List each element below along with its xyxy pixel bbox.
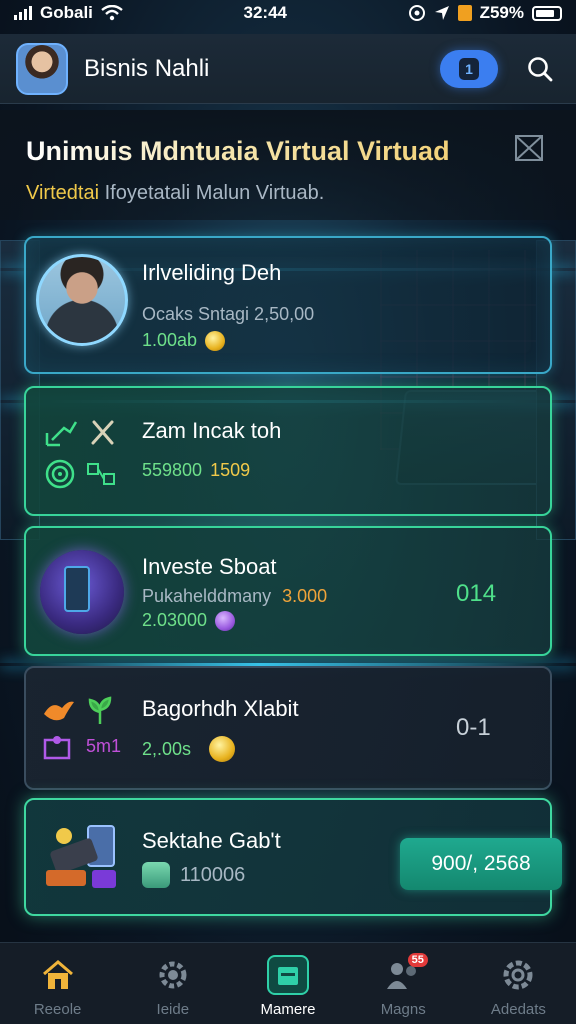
smiley-coin-icon: [209, 736, 236, 762]
card-value-b: 1509: [210, 460, 251, 480]
card-value: 1.00ab: [142, 330, 226, 351]
network-icon: [87, 463, 115, 485]
wifi-icon: [101, 5, 123, 21]
card-subtitle: Pukahelddmany 3.000: [142, 586, 327, 607]
card-code: 5m1: [86, 736, 122, 756]
card-values: 559800 1509: [142, 460, 250, 481]
subtitle-accent: Virtedtai: [26, 182, 100, 204]
nav-label: Mamere: [260, 1001, 316, 1018]
clock: 32:44: [243, 3, 287, 22]
card-title: Sektahe Gab't: [142, 828, 281, 853]
number-badge-icon: 1: [459, 57, 479, 80]
calendar-icon: [267, 955, 309, 995]
nav-item-community[interactable]: 55 Magns: [346, 943, 461, 1024]
nav-label: Ieide: [156, 1001, 190, 1018]
card-action-button[interactable]: 900/, 2568: [400, 838, 562, 890]
notification-badge: 55: [407, 953, 428, 967]
card-value: 110006: [142, 862, 245, 888]
navigation-arrow-icon: [434, 6, 449, 20]
settings-cog-icon: [498, 955, 538, 995]
card-right-value: 0-1: [456, 714, 491, 741]
status-bar: Gobali 32:44 Z59%: [0, 0, 576, 26]
card-investe-sboat[interactable]: Investe Sboat Pukahelddmany 3.000 2.0300…: [24, 526, 552, 656]
nav-label: Adedats: [490, 1001, 546, 1018]
battery-icon: [532, 5, 562, 21]
battery-percent: Z59%: [479, 3, 524, 22]
nav-item-gear[interactable]: Ieide: [115, 943, 230, 1024]
location-icon: [408, 5, 425, 21]
puzzle-icon: [43, 736, 71, 760]
carrier-name: Gobali: [40, 3, 93, 22]
tools-icon: [91, 420, 114, 445]
card-value-text: 2,.00s: [142, 738, 192, 759]
hero-section: Unimuis Mdntuaia Virtual Virtuad Virtedt…: [0, 110, 576, 220]
nav-item-home[interactable]: Reeole: [0, 943, 115, 1024]
page-title: Unimuis Mdntuaia Virtual Virtuad: [26, 136, 450, 166]
close-icon[interactable]: [514, 134, 544, 162]
card-title: Bagorhdh Xlabit: [142, 696, 299, 721]
search-button[interactable]: [520, 49, 560, 89]
profile-name: Bisnis Nahli: [84, 54, 210, 82]
card-zam-incak[interactable]: Zam Incak toh 559800 1509: [24, 386, 552, 516]
growth-chart-icon: [45, 421, 78, 447]
card-value-a: 559800: [142, 460, 203, 480]
card-irlveliding[interactable]: Irlveliding Deh Ocaks Sntagi 2,50,00 1.0…: [24, 236, 552, 374]
number-badge-button[interactable]: 1: [440, 49, 498, 88]
target-icon: [45, 459, 75, 489]
card-bagorhdh[interactable]: 5m1 Bagorhdh Xlabit 2,.00s 0-1: [24, 666, 552, 790]
card-sektahe[interactable]: Sektahe Gab't 110006 900/, 2568: [24, 798, 562, 916]
card-right-value: 014: [456, 580, 497, 607]
card-value-text: 2.03000: [142, 610, 208, 630]
gear-icon: [153, 955, 193, 995]
phone-investor-icon: [40, 550, 124, 634]
card-value-text: 110006: [180, 863, 246, 886]
nav-item-settings[interactable]: Adedats: [461, 943, 576, 1024]
investor-avatar: [36, 254, 128, 346]
bird-icon: [44, 701, 74, 721]
card-title: Investe Sboat: [142, 554, 277, 579]
app-header: Bisnis Nahli 1: [0, 34, 576, 104]
profile-avatar[interactable]: [16, 42, 68, 95]
card-title: Irlveliding Deh: [142, 260, 282, 285]
card-value: 2.03000: [142, 610, 236, 631]
nav-label: Reeole: [33, 1001, 82, 1018]
card-title: Zam Incak toh: [142, 418, 282, 443]
leaf-icon: [88, 696, 112, 724]
subtitle-text: Ifoyetatali Malun Virtuab.: [104, 182, 325, 204]
nav-item-calendar[interactable]: Mamere: [230, 943, 345, 1024]
search-icon: [528, 56, 553, 81]
nav-label: Magns: [380, 1001, 426, 1018]
card-subtitle-text: Pukahelddmany: [142, 586, 272, 606]
card-subtitle: Ocaks Sntagi 2,50,00: [142, 304, 315, 324]
card-value: 2,.00s: [142, 736, 236, 762]
card-value-text: 1.00ab: [142, 330, 198, 350]
orientation-lock-icon: [457, 5, 472, 21]
stack-icon: [142, 862, 170, 888]
coin-icon: [205, 330, 226, 351]
gadget-bundle-icon: [46, 825, 116, 888]
signal-icon: [14, 6, 32, 20]
bottom-navigation: Reeole Ieide Mamere 55 Magns Adedats: [0, 942, 576, 1024]
token-icon: [215, 610, 236, 631]
home-icon: [38, 955, 78, 995]
page-subtitle: Virtedtai Ifoyetatali Malun Virtuab.: [26, 182, 324, 205]
card-subtitle-value: 3.000: [282, 586, 328, 606]
